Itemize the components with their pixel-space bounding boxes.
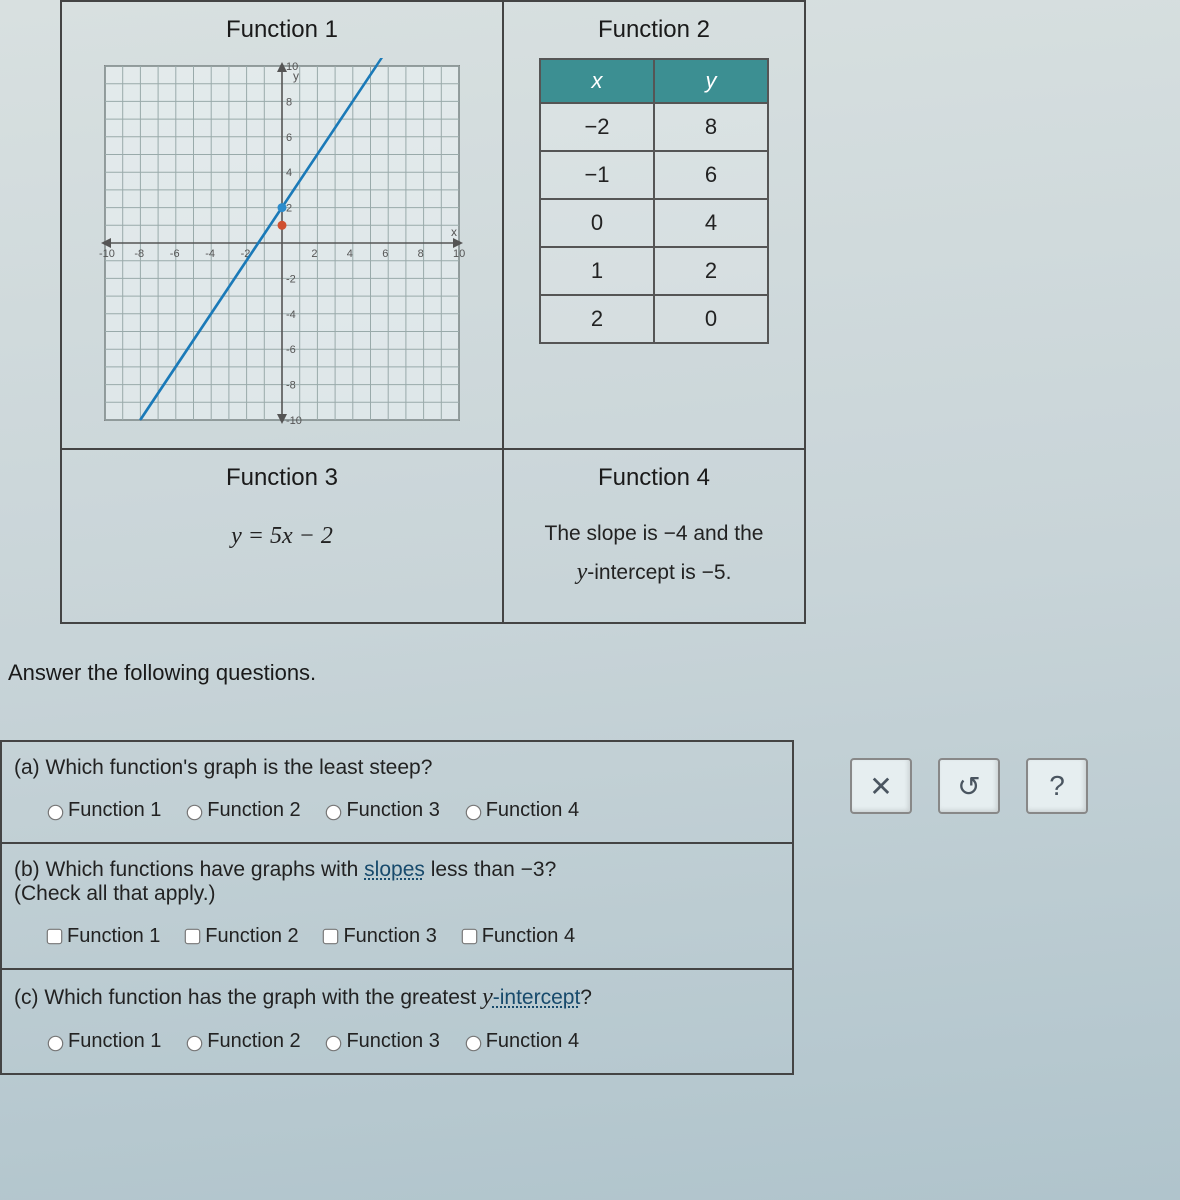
- svg-text:6: 6: [382, 248, 388, 260]
- svg-text:-10: -10: [99, 248, 115, 260]
- question-c: (c) Which function has the graph with th…: [2, 968, 792, 1073]
- function-3-title: Function 3: [72, 464, 492, 492]
- close-icon: ✕: [869, 770, 892, 803]
- qc-option-3[interactable]: Function 3: [322, 1030, 439, 1052]
- qa-option-4[interactable]: Function 4: [462, 799, 579, 821]
- questions-box: (a) Which function's graph is the least …: [0, 740, 794, 1075]
- function-4-title: Function 4: [514, 464, 794, 492]
- svg-text:x: x: [451, 225, 457, 239]
- svg-text:8: 8: [418, 248, 424, 260]
- question-a: (a) Which function's graph is the least …: [2, 742, 792, 842]
- table-row: −28: [540, 103, 768, 151]
- question-c-prompt: (c) Which function has the graph with th…: [14, 984, 780, 1011]
- svg-text:-8: -8: [134, 248, 144, 260]
- qb-option-1[interactable]: Function 1: [44, 925, 160, 947]
- svg-text:-8: -8: [286, 380, 296, 392]
- qa-option-1[interactable]: Function 1: [44, 799, 161, 821]
- qc-option-2[interactable]: Function 2: [183, 1030, 300, 1052]
- svg-text:2: 2: [286, 203, 292, 215]
- function-1-title: Function 1: [72, 16, 492, 44]
- svg-text:4: 4: [347, 248, 353, 260]
- svg-text:10: 10: [453, 248, 465, 260]
- function-4-description: The slope is −4 and the y-intercept is −…: [514, 506, 794, 602]
- function-1-graph: -10-8-6-4-2246810-10-8-6-4-2246810 y x: [97, 58, 467, 428]
- svg-text:y: y: [293, 69, 299, 83]
- question-a-prompt: (a) Which function's graph is the least …: [14, 756, 780, 780]
- qc-option-4[interactable]: Function 4: [462, 1030, 579, 1052]
- function-2-table: x y −28 −16 04 12 20: [539, 58, 769, 344]
- function-2-title: Function 2: [514, 16, 794, 44]
- cell-function-4: Function 4 The slope is −4 and the y-int…: [504, 450, 804, 622]
- help-icon: ?: [1049, 770, 1065, 802]
- table-header-x: x: [540, 59, 654, 103]
- svg-text:2: 2: [311, 248, 317, 260]
- qb-option-4[interactable]: Function 4: [459, 925, 575, 947]
- cell-function-1: Function 1 -10-8-6-4-2246810-10-8-6-4-22…: [62, 2, 502, 448]
- function-3-equation: y = 5x − 2: [231, 523, 333, 549]
- svg-text:4: 4: [286, 167, 292, 179]
- svg-text:-4: -4: [286, 309, 296, 321]
- cell-function-3: Function 3 y = 5x − 2: [62, 450, 502, 587]
- toolbar: ✕ ↺ ?: [850, 758, 1088, 814]
- table-row: 12: [540, 247, 768, 295]
- cell-function-2: Function 2 x y −28 −16 04 12 20: [504, 2, 804, 364]
- svg-text:6: 6: [286, 132, 292, 144]
- svg-text:-10: -10: [286, 415, 302, 427]
- svg-text:-6: -6: [286, 344, 296, 356]
- answer-header: Answer the following questions.: [8, 660, 316, 686]
- svg-text:8: 8: [286, 96, 292, 108]
- reset-icon: ↺: [957, 770, 980, 803]
- table-row: 04: [540, 199, 768, 247]
- table-header-y: y: [654, 59, 768, 103]
- question-b: (b) Which functions have graphs with slo…: [2, 842, 792, 968]
- qa-option-2[interactable]: Function 2: [183, 799, 300, 821]
- svg-text:-6: -6: [170, 248, 180, 260]
- reset-button[interactable]: ↺: [938, 758, 1000, 814]
- slopes-link[interactable]: slopes: [364, 858, 425, 881]
- intercept-link[interactable]: -intercept: [493, 986, 581, 1009]
- svg-text:-2: -2: [286, 273, 296, 285]
- qc-option-1[interactable]: Function 1: [44, 1030, 161, 1052]
- qa-option-3[interactable]: Function 3: [322, 799, 439, 821]
- table-row: 20: [540, 295, 768, 343]
- functions-grid: Function 1 -10-8-6-4-2246810-10-8-6-4-22…: [60, 0, 806, 624]
- svg-text:-4: -4: [205, 248, 215, 260]
- help-button[interactable]: ?: [1026, 758, 1088, 814]
- qb-option-2[interactable]: Function 2: [182, 925, 298, 947]
- close-button[interactable]: ✕: [850, 758, 912, 814]
- question-b-prompt: (b) Which functions have graphs with slo…: [14, 858, 780, 906]
- qb-option-3[interactable]: Function 3: [320, 925, 436, 947]
- table-row: −16: [540, 151, 768, 199]
